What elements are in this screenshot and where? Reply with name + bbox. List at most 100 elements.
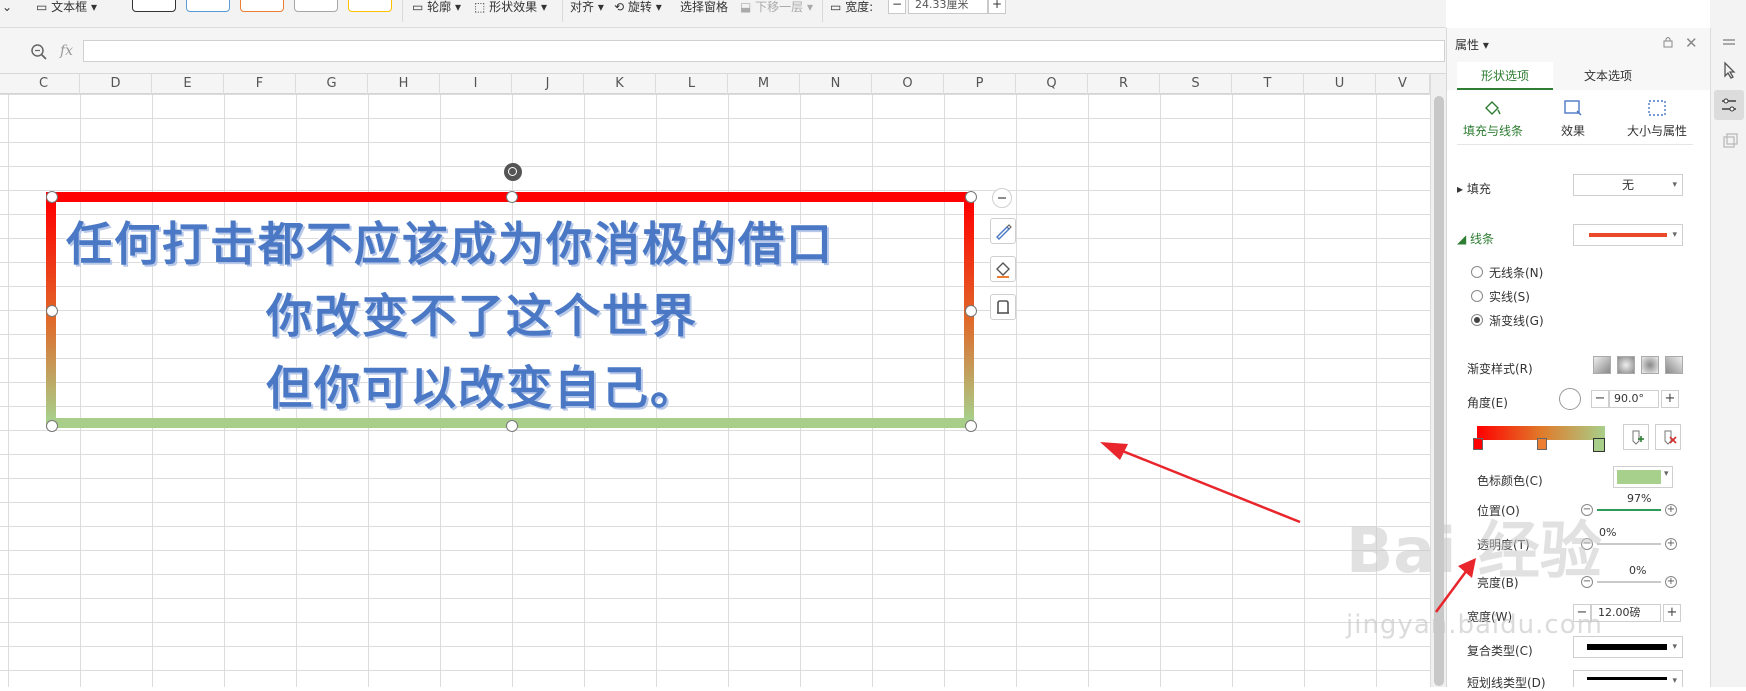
column-header-cell[interactable]: P	[944, 74, 1016, 94]
align-button[interactable]: 对齐 ▾	[570, 0, 604, 16]
resize-handle-right[interactable]	[965, 305, 977, 317]
gradient-style-path[interactable]	[1665, 356, 1683, 374]
fill-bucket-icon[interactable]	[990, 256, 1016, 282]
fx-icon[interactable]: fx	[60, 43, 73, 59]
line-dropdown[interactable]: ▾	[1573, 224, 1683, 246]
transparency-increase-button[interactable]: +	[1665, 538, 1677, 550]
angle-dial-icon[interactable]	[1559, 388, 1581, 410]
angle-label: 角度(E)	[1467, 396, 1508, 410]
shape-style-swatch-4[interactable]	[294, 0, 338, 12]
lock-icon[interactable]	[1663, 36, 1673, 48]
subtab-effect[interactable]: 效果	[1533, 98, 1613, 139]
shape-style-swatch-1[interactable]	[132, 0, 176, 12]
column-header-cell[interactable]: R	[1088, 74, 1160, 94]
radio-no-line[interactable]	[1471, 266, 1483, 278]
resize-handle-top-left[interactable]	[46, 191, 58, 203]
shape-style-swatch-2[interactable]	[186, 0, 230, 12]
shape-outline-icon[interactable]	[990, 294, 1016, 320]
resize-handle-top-right[interactable]	[965, 191, 977, 203]
column-header-cell[interactable]: H	[368, 74, 440, 94]
line-preview	[1589, 233, 1667, 237]
angle-input[interactable]: 90.0°	[1609, 390, 1659, 408]
add-stop-icon[interactable]	[1623, 424, 1649, 450]
fill-dropdown[interactable]: 无 ▾	[1573, 174, 1683, 196]
panel-title[interactable]: 属性 ▾	[1455, 36, 1489, 53]
stop-color-dropdown[interactable]: ▾	[1613, 466, 1673, 488]
copy-icon[interactable]	[1717, 130, 1741, 154]
transparency-slider[interactable]	[1597, 543, 1661, 545]
column-header-cell[interactable]: N	[800, 74, 872, 94]
column-header-cell[interactable]: U	[1304, 74, 1376, 94]
column-header-cell[interactable]: S	[1160, 74, 1232, 94]
column-header: C D E F G H I J K L M N O P Q R S T U V	[0, 74, 1430, 94]
rotate-handle-icon[interactable]	[504, 163, 522, 181]
width-input[interactable]: 24.33厘米	[908, 0, 988, 14]
cursor-icon[interactable]	[1717, 58, 1741, 82]
radio-gradient-line[interactable]	[1471, 314, 1483, 326]
formula-input[interactable]	[83, 40, 1445, 62]
subtab-size-properties[interactable]: 大小与属性	[1617, 98, 1697, 139]
fill-section-label[interactable]: ▸ 填充	[1457, 180, 1491, 197]
resize-handle-bottom-right[interactable]	[965, 420, 977, 432]
toolbar-scroll-icon[interactable]: ⌄	[2, 0, 12, 16]
close-icon[interactable]: ✕	[1685, 34, 1698, 52]
scrollbar-thumb[interactable]	[1434, 96, 1444, 686]
shape-style-swatch-3[interactable]	[240, 0, 284, 12]
brush-icon[interactable]	[990, 218, 1016, 244]
subtab-fill-line[interactable]: 填充与线条	[1453, 98, 1533, 139]
column-header-cell[interactable]: D	[80, 74, 152, 94]
gradient-style-rect[interactable]	[1641, 356, 1659, 374]
column-header-cell[interactable]: O	[872, 74, 944, 94]
column-header-cell[interactable]: C	[8, 74, 80, 94]
gradient-stop-2[interactable]	[1537, 438, 1547, 450]
width-increase-button[interactable]: +	[988, 0, 1006, 14]
tab-text-options[interactable]: 文本选项	[1553, 62, 1663, 90]
textbox-button[interactable]: ▭ 文本框 ▾	[36, 0, 97, 16]
column-header-cell[interactable]: I	[440, 74, 512, 94]
collapse-minus-icon[interactable]	[992, 188, 1012, 208]
brightness-slider[interactable]	[1597, 581, 1661, 583]
angle-decrease-button[interactable]: −	[1591, 390, 1609, 408]
position-slider[interactable]	[1597, 509, 1661, 511]
gradient-stop-3[interactable]	[1593, 438, 1605, 452]
position-increase-button[interactable]: +	[1665, 504, 1677, 516]
resize-handle-bottom-left[interactable]	[46, 420, 58, 432]
resize-handle-left[interactable]	[46, 305, 58, 317]
column-header-cell[interactable]: K	[584, 74, 656, 94]
gradient-style-linear[interactable]	[1593, 356, 1611, 374]
sliders-icon	[1722, 98, 1736, 112]
line-section-label[interactable]: ◢ 线条	[1457, 230, 1494, 247]
vertical-scrollbar[interactable]	[1430, 74, 1446, 687]
properties-toggle[interactable]	[1714, 90, 1744, 120]
rotate-button[interactable]: ⟲ 旋转 ▾	[614, 0, 662, 16]
resize-handle-bottom[interactable]	[506, 420, 518, 432]
width-decrease-button[interactable]: −	[888, 0, 906, 14]
remove-stop-icon[interactable]	[1655, 424, 1681, 450]
shape-style-swatch-5[interactable]	[348, 0, 392, 12]
column-header-cell[interactable]: T	[1232, 74, 1304, 94]
gradient-stop-1[interactable]	[1473, 438, 1483, 450]
move-down-button[interactable]: ⬓ 下移一层 ▾	[740, 0, 813, 16]
resize-handle-top[interactable]	[506, 191, 518, 203]
column-header-cell[interactable]: G	[296, 74, 368, 94]
shape-effect-button[interactable]: ⬚ 形状效果 ▾	[474, 0, 547, 16]
dash-type-dropdown[interactable]: ▾	[1573, 670, 1683, 687]
angle-increase-button[interactable]: +	[1661, 390, 1679, 408]
brightness-increase-button[interactable]: +	[1665, 576, 1677, 588]
gradient-style-radial[interactable]	[1617, 356, 1635, 374]
column-header-cell[interactable]: E	[152, 74, 224, 94]
tab-shape-options[interactable]: 形状选项	[1457, 62, 1553, 90]
zoom-icon[interactable]	[30, 43, 48, 61]
column-header-cell[interactable]: V	[1376, 74, 1430, 94]
column-header-cell[interactable]: F	[224, 74, 296, 94]
column-header-cell[interactable]: Q	[1016, 74, 1088, 94]
column-header-cell[interactable]: L	[656, 74, 728, 94]
column-header-cell[interactable]: J	[512, 74, 584, 94]
text-shape[interactable]: 任何打击都不应该成为你消极的借口 你改变不了这个世界 但你可以改变自己。	[46, 192, 974, 428]
selection-pane-button[interactable]: 选择窗格	[680, 0, 728, 16]
radio-solid-line[interactable]	[1471, 290, 1483, 302]
line-width-increase-button[interactable]: +	[1663, 604, 1681, 622]
outline-button[interactable]: ▭ 轮廓 ▾	[412, 0, 461, 16]
menu-lines-icon[interactable]	[1717, 32, 1741, 56]
column-header-cell[interactable]: M	[728, 74, 800, 94]
